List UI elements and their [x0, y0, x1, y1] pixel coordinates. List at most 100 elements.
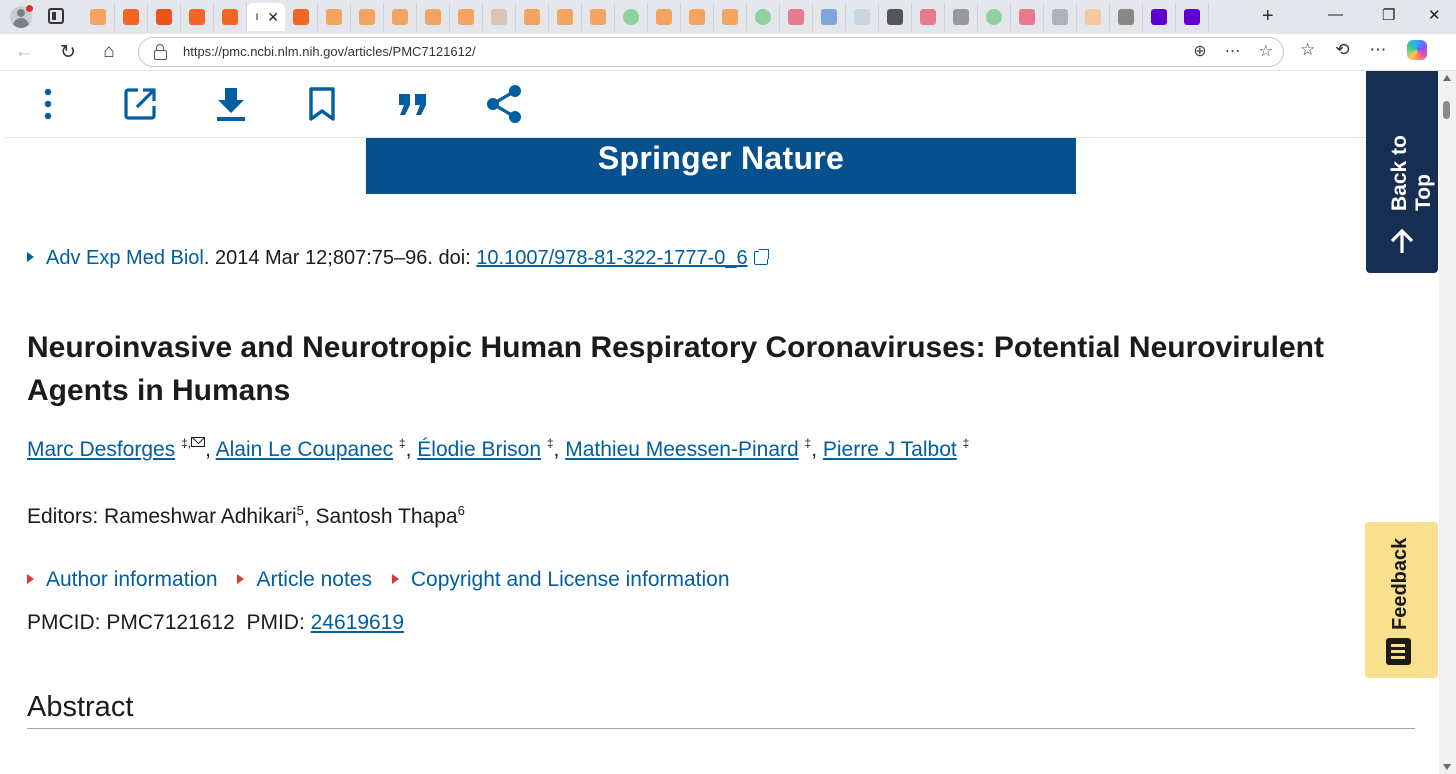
expand-triangle-icon[interactable]: [27, 252, 34, 262]
open-in-new-icon[interactable]: [120, 84, 160, 124]
tab[interactable]: [780, 3, 813, 31]
tab[interactable]: [747, 3, 780, 31]
tab[interactable]: [1176, 3, 1209, 31]
author-link[interactable]: Pierre J Talbot: [823, 438, 957, 461]
tab[interactable]: [681, 3, 714, 31]
new-tab-icon[interactable]: +: [1262, 5, 1274, 28]
author-link[interactable]: Marc Desforges: [27, 438, 175, 461]
bookmark-icon[interactable]: [302, 84, 342, 124]
tab-favicon-icon: [524, 9, 540, 25]
tab[interactable]: [912, 3, 945, 31]
settings-more-icon[interactable]: ⋯: [1370, 40, 1387, 60]
arrow-up-icon: [1390, 229, 1414, 253]
copyright-license-toggle[interactable]: Copyright and License information: [391, 568, 730, 591]
expand-triangle-icon: [391, 574, 399, 584]
tab[interactable]: [285, 3, 318, 31]
tab[interactable]: [1077, 3, 1110, 31]
author-information-toggle[interactable]: Author information: [27, 568, 218, 591]
tab[interactable]: [813, 3, 846, 31]
author-link[interactable]: Mathieu Meessen-Pinard: [565, 438, 798, 461]
author-link[interactable]: Alain Le Coupanec: [216, 438, 393, 461]
lock-icon[interactable]: [154, 44, 167, 60]
download-icon[interactable]: [211, 84, 251, 124]
editor-affiliation: 6: [457, 503, 465, 518]
tab[interactable]: [648, 3, 681, 31]
tab-actions-icon[interactable]: [48, 8, 64, 24]
publisher-logo[interactable]: Springer Nature: [366, 138, 1076, 194]
doi-link[interactable]: 10.1007/978-81-322-1777-0_6: [476, 247, 747, 269]
author-link[interactable]: Élodie Brison: [417, 438, 541, 461]
tab[interactable]: [384, 3, 417, 31]
journal-link[interactable]: Adv Exp Med Biol: [46, 247, 204, 269]
tab[interactable]: [1044, 3, 1077, 31]
copilot-icon[interactable]: [1406, 40, 1427, 60]
editors-label: Editors:: [27, 505, 105, 528]
tab[interactable]: [978, 3, 1011, 31]
article-notes-toggle[interactable]: Article notes: [237, 568, 372, 591]
favorite-star-icon[interactable]: ☆: [1259, 41, 1273, 61]
tab[interactable]: [115, 3, 148, 31]
tab[interactable]: [318, 3, 351, 31]
tab[interactable]: [351, 3, 384, 31]
tab-favicon-icon: [887, 9, 903, 25]
tab-favicon-icon: [491, 9, 507, 25]
tab-favicon-icon: [953, 9, 969, 25]
tab-favicon-icon: [623, 9, 639, 25]
tab[interactable]: [516, 3, 549, 31]
tab[interactable]: [846, 3, 879, 31]
tab[interactable]: [483, 3, 516, 31]
page-scrollbar[interactable]: [1439, 71, 1456, 774]
browser-tab-strip: I ✕ + — ❐ ✕: [0, 0, 1456, 34]
back-to-top-button[interactable]: Back to Top: [1366, 71, 1438, 273]
close-window-icon[interactable]: ✕: [1428, 6, 1441, 24]
scroll-up-arrow-icon[interactable]: [1443, 75, 1451, 81]
scroll-down-arrow-icon[interactable]: [1443, 764, 1451, 770]
minimize-icon[interactable]: —: [1328, 6, 1343, 23]
tab[interactable]: [450, 3, 483, 31]
home-icon[interactable]: ⌂: [97, 41, 121, 63]
tab[interactable]: [1110, 3, 1143, 31]
tab-favicon-icon: [90, 9, 106, 25]
tab[interactable]: [181, 3, 214, 31]
back-icon[interactable]: ←: [12, 41, 36, 63]
tab-favicon-icon: [854, 9, 870, 25]
more-options-icon[interactable]: [28, 84, 68, 124]
tab[interactable]: [1011, 3, 1044, 31]
feedback-button[interactable]: Feedback: [1365, 522, 1438, 678]
reload-icon[interactable]: ↻: [56, 41, 80, 64]
tab-favicon-icon: [1052, 9, 1068, 25]
pmcid-label: PMCID:: [27, 611, 107, 634]
tab[interactable]: [1143, 3, 1176, 31]
tab[interactable]: [82, 3, 115, 31]
history-icon[interactable]: ⟲: [1335, 40, 1349, 60]
close-tab-icon[interactable]: ✕: [267, 9, 279, 26]
scrollbar-thumb[interactable]: [1443, 101, 1450, 119]
tab[interactable]: [615, 3, 648, 31]
url-field[interactable]: https://pmc.ncbi.nlm.nih.gov/articles/PM…: [138, 37, 1284, 67]
maximize-icon[interactable]: ❐: [1382, 6, 1395, 24]
tab-favicon-icon: [189, 9, 205, 25]
abstract-heading: Abstract: [27, 691, 1415, 729]
share-icon[interactable]: [484, 84, 524, 124]
cite-icon[interactable]: [393, 84, 433, 124]
article-title: Neuroinvasive and Neurotropic Human Resp…: [27, 331, 1324, 407]
tab[interactable]: [148, 3, 181, 31]
tab[interactable]: [879, 3, 912, 31]
tab-active-label: I: [255, 12, 259, 22]
tab[interactable]: [582, 3, 615, 31]
tab-active[interactable]: I ✕: [247, 3, 285, 31]
tab-favicon-icon: [293, 9, 309, 25]
zoom-icon[interactable]: ⊕: [1193, 41, 1206, 61]
favorites-icon[interactable]: ☆: [1300, 40, 1315, 60]
tab[interactable]: [714, 3, 747, 31]
pmid-link[interactable]: 24619619: [311, 611, 404, 634]
more-page-options-icon[interactable]: ⋯: [1225, 41, 1241, 61]
tab[interactable]: [214, 3, 247, 31]
url-text[interactable]: https://pmc.ncbi.nlm.nih.gov/articles/PM…: [183, 44, 476, 59]
tab[interactable]: [945, 3, 978, 31]
tab[interactable]: [417, 3, 450, 31]
article-info-toggles: Author information Article notes Copyrig…: [27, 568, 1417, 592]
pmcid-value: PMC7121612: [106, 611, 235, 634]
tab[interactable]: [549, 3, 582, 31]
email-icon[interactable]: [191, 437, 206, 447]
